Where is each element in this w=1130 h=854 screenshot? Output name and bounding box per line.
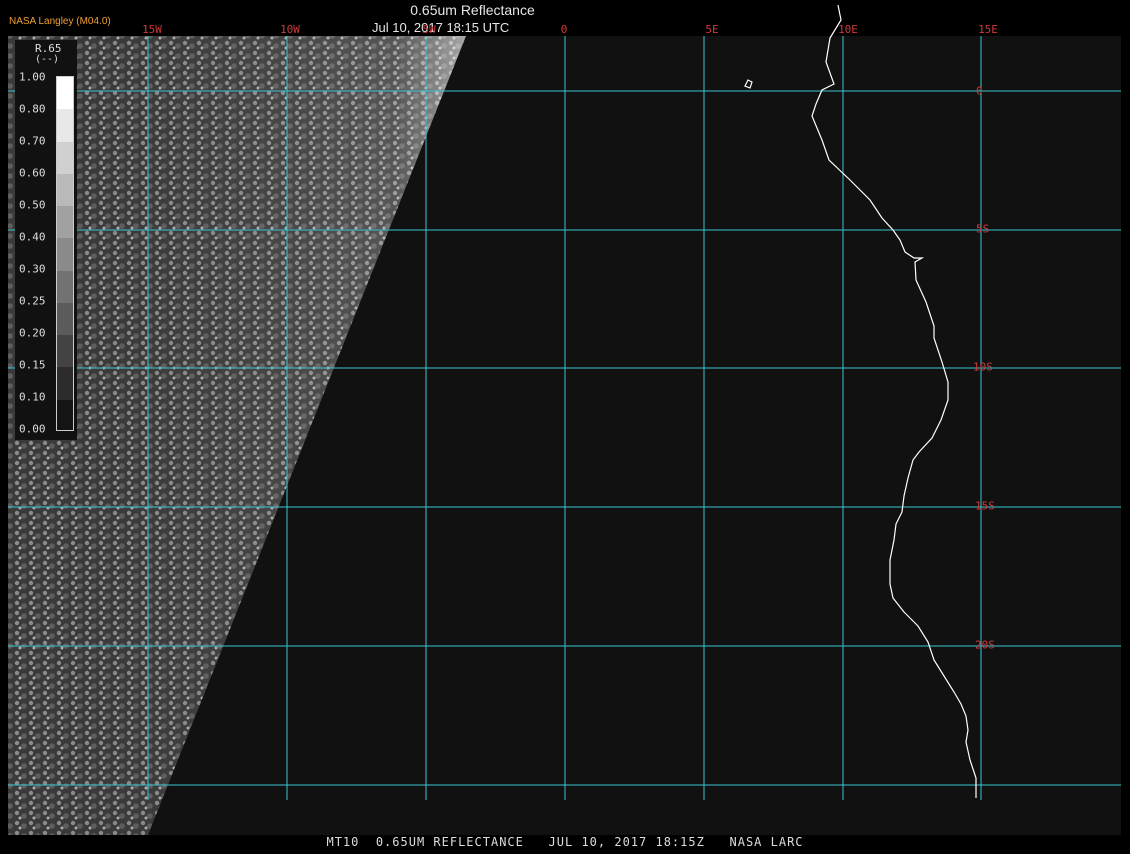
legend-step: [57, 367, 73, 401]
lon-label-5e: 5E: [705, 23, 719, 36]
legend-step: [57, 141, 73, 175]
legend-tick: 0.80: [19, 102, 46, 116]
legend-step: [57, 206, 73, 240]
lon-label-5w: 5W: [422, 23, 436, 36]
legend-color-bar: [56, 76, 74, 431]
lat-label-15s: 15S: [975, 499, 995, 513]
lon-label-0: 0: [560, 23, 568, 36]
product-title: 0.65um Reflectance: [410, 2, 535, 18]
legend-step: [57, 109, 73, 143]
legend-tick: 0.10: [19, 390, 46, 404]
lon-label-15w: 15W: [142, 23, 162, 36]
legend-tick: 0.30: [19, 262, 46, 276]
map-canvas: [8, 4, 1121, 835]
lat-label-5s: 5S: [976, 222, 990, 236]
legend-tick: 0.60: [19, 166, 46, 180]
legend-tick: 0.20: [19, 326, 46, 340]
legend-tick: 0.40: [19, 230, 46, 244]
lat-label-20s: 20S: [975, 638, 995, 652]
legend-unit: (--): [35, 54, 60, 65]
footer-caption: MT10 0.65UM REFLECTANCE JUL 10, 2017 18:…: [326, 835, 804, 849]
legend-tick: 1.00: [19, 70, 46, 84]
legend-step: [57, 270, 73, 304]
legend-step: [57, 77, 73, 111]
lat-label-10s: 10S: [973, 360, 993, 374]
legend-tick: 0.15: [19, 358, 46, 372]
legend-tick: 0.70: [19, 134, 46, 148]
lon-label-10w: 10W: [280, 23, 300, 36]
legend-tick: 0.00: [19, 422, 46, 436]
legend-tick: 0.25: [19, 294, 46, 308]
satellite-map: NASA Langley (M04.0) 0.65um Reflectance …: [0, 0, 1130, 850]
legend-step: [57, 399, 73, 430]
legend-tick: 0.50: [19, 198, 46, 212]
lon-label-15e: 15E: [978, 23, 998, 36]
lat-label-0: 0: [976, 84, 983, 98]
legend-step: [57, 173, 73, 208]
legend-step: [57, 302, 73, 337]
colorbar-legend: R.65 (--) 1.00 0.80 0.70 0.60 0.50 0.40 …: [15, 40, 77, 440]
legend-step: [57, 238, 73, 272]
legend-step: [57, 335, 73, 369]
lon-label-10e: 10E: [838, 23, 858, 36]
observation-datetime: Jul 10, 2017 18:15 UTC: [372, 20, 510, 35]
